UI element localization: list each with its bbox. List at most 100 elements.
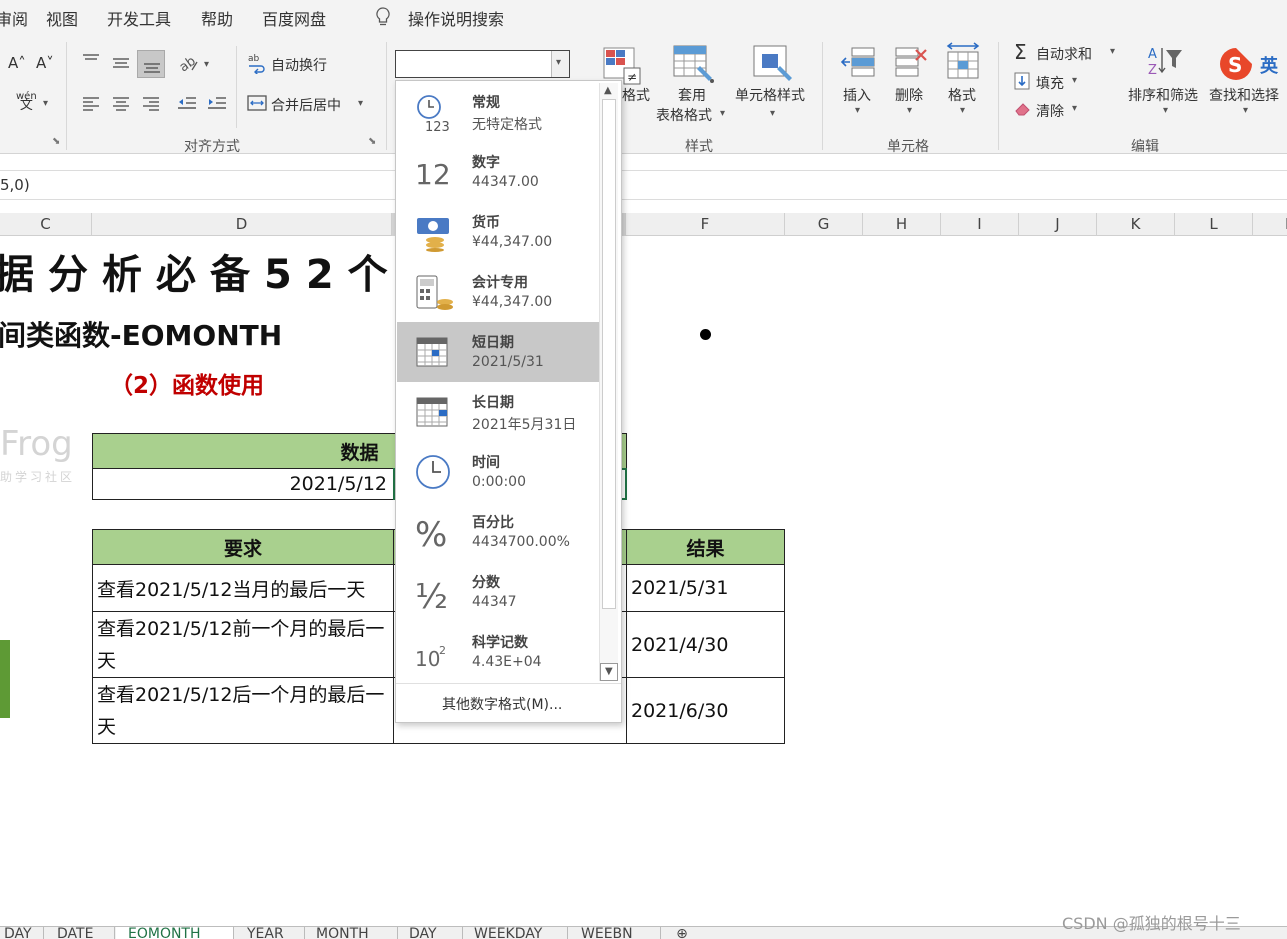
lightbulb-icon <box>376 7 390 26</box>
cell-styles-button[interactable]: 单元格样式 <box>735 85 805 105</box>
delete-button[interactable]: 删除 <box>895 85 923 105</box>
column-header-i[interactable]: I <box>941 213 1019 236</box>
format-option-fraction[interactable]: ½ 分数 44347 <box>397 562 599 622</box>
chevron-down-icon[interactable]: ▾ <box>1072 103 1077 114</box>
table-row-result[interactable]: 2021/4/30 <box>626 611 785 678</box>
number-format-combo[interactable]: ▾ <box>395 50 570 78</box>
table-row-req[interactable]: 查看2021/5/12前一个月的最后一天 <box>92 611 394 678</box>
format-example: 4434700.00% <box>472 534 570 550</box>
sheet-tab-weekday[interactable]: WEEKDAY <box>464 927 568 939</box>
align-left-icon[interactable] <box>80 94 102 112</box>
formula-bar[interactable]: 5,0) <box>0 170 1287 200</box>
menu-review[interactable]: 审阅 <box>0 6 28 30</box>
decrease-indent-icon[interactable] <box>176 94 198 112</box>
format-option-short-date[interactable]: 短日期 2021/5/31 <box>397 322 599 382</box>
scrollbar-thumb[interactable] <box>602 99 616 609</box>
sheet-tab-eomonth[interactable]: EOMONTH <box>116 927 234 939</box>
requirement-header-cell[interactable]: 要求 <box>92 529 394 565</box>
font-shrink-icon[interactable]: A˅ <box>36 54 54 72</box>
scroll-down-button[interactable]: ▼ <box>600 663 618 681</box>
format-option-long-date[interactable]: 长日期 2021年5月31日 <box>397 382 599 442</box>
clock-icon <box>416 455 450 489</box>
format-option-percent[interactable]: % 百分比 4434700.00% <box>397 502 599 562</box>
sheet-tab-weebn[interactable]: WEEBN <box>569 927 661 939</box>
chevron-down-icon[interactable]: ▾ <box>1163 105 1168 116</box>
more-number-formats[interactable]: 其他数字格式(M)... <box>442 694 562 714</box>
format-option-scientific[interactable]: 10 2 科学记数 4.43E+04 <box>397 622 599 682</box>
column-header-f[interactable]: F <box>626 213 785 236</box>
chevron-down-icon[interactable]: ▾ <box>43 98 48 109</box>
chevron-down-icon[interactable]: ▾ <box>1110 46 1115 57</box>
menu-baidu-netdisk[interactable]: 百度网盘 <box>262 6 326 30</box>
sheet-tab-month[interactable]: MONTH <box>306 927 398 939</box>
chevron-down-icon[interactable]: ▾ <box>907 105 912 116</box>
chevron-down-icon[interactable]: ▾ <box>855 105 860 116</box>
format-button[interactable]: 格式 <box>948 85 976 105</box>
align-bottom-button[interactable] <box>137 50 165 78</box>
result-header-cell[interactable]: 结果 <box>626 529 785 565</box>
format-name: 数字 <box>472 155 500 171</box>
autosum-button[interactable]: 自动求和 <box>1036 44 1092 64</box>
chevron-down-icon[interactable]: ▾ <box>770 108 775 119</box>
table-row-req[interactable]: 查看2021/5/12后一个月的最后一天 <box>92 677 394 744</box>
phonetic-guide-icon[interactable]: wén 文 <box>16 92 37 113</box>
sheet-tab-day2[interactable]: DAY <box>399 927 463 939</box>
clear-button[interactable]: 清除 <box>1036 101 1064 121</box>
table-row-result[interactable]: 2021/5/31 <box>626 564 785 612</box>
format-as-table-line2[interactable]: 表格格式 <box>656 105 712 125</box>
wrap-text-button[interactable]: 自动换行 <box>271 55 327 75</box>
align-top-icon[interactable] <box>80 52 102 70</box>
increase-indent-icon[interactable] <box>206 94 228 112</box>
sort-filter-button[interactable]: 排序和筛选 <box>1128 85 1198 105</box>
table-row-result[interactable]: 2021/6/30 <box>626 677 785 744</box>
align-center-icon[interactable] <box>110 94 132 112</box>
number-format-dropdown-button[interactable]: ▾ <box>551 51 569 77</box>
tell-me-search[interactable]: 操作说明搜索 <box>408 6 504 30</box>
align-middle-icon[interactable] <box>110 54 132 72</box>
result-text: 2021/4/30 <box>631 633 729 656</box>
column-header-k[interactable]: K <box>1097 213 1175 236</box>
format-option-accounting[interactable]: 会计专用 ¥44,347.00 <box>397 262 599 322</box>
column-header-d[interactable]: D <box>92 213 392 236</box>
worksheet-grid[interactable]: 据分析必备52个函 间类函数-EOMONTH （2）函数使用 Frog 助学习社… <box>0 236 1287 926</box>
chevron-down-icon[interactable]: ▾ <box>960 105 965 116</box>
sheet-tab-date[interactable]: DATE <box>45 927 115 939</box>
column-header-g[interactable]: G <box>785 213 863 236</box>
chevron-down-icon[interactable]: ▾ <box>204 59 209 70</box>
menu-view[interactable]: 视图 <box>46 6 78 30</box>
dialog-launcher-icon[interactable]: ⬊ <box>368 136 376 147</box>
find-select-button[interactable]: 查找和选择 <box>1209 85 1279 105</box>
fill-button[interactable]: 填充 <box>1036 73 1064 93</box>
format-option-number[interactable]: 12 数字 44347.00 <box>397 142 599 202</box>
merge-center-button[interactable]: 合并后居中 <box>271 95 341 115</box>
dropdown-scrollbar[interactable]: ▲ ▼ <box>599 83 618 681</box>
chevron-down-icon[interactable]: ▾ <box>1072 75 1077 86</box>
column-header-m[interactable]: M <box>1253 213 1287 236</box>
format-option-currency[interactable]: 货币 ¥44,347.00 <box>397 202 599 262</box>
column-header-c[interactable]: C <box>0 213 92 236</box>
align-right-icon[interactable] <box>140 94 162 112</box>
font-grow-icon[interactable]: A˄ <box>8 54 26 72</box>
format-as-table-line1[interactable]: 套用 <box>678 85 706 105</box>
column-header-h[interactable]: H <box>863 213 941 236</box>
table-row-req[interactable]: 查看2021/5/12当月的最后一天 <box>92 564 394 612</box>
format-option-time[interactable]: 时间 0:00:00 <box>397 442 599 502</box>
dialog-launcher-icon[interactable]: ⬊ <box>52 136 60 147</box>
chevron-down-icon[interactable]: ▾ <box>358 98 363 109</box>
column-header-l[interactable]: L <box>1175 213 1253 236</box>
more-tabs-icon[interactable]: ⊕ <box>672 927 692 939</box>
sheet-tab-year[interactable]: YEAR <box>235 927 305 939</box>
chevron-down-icon[interactable]: ▾ <box>1243 105 1248 116</box>
format-option-general[interactable]: 123 常规 无特定格式 <box>397 82 599 142</box>
sheet-tab-day[interactable]: DAY <box>0 927 44 939</box>
data-value-cell[interactable]: 2021/5/12 <box>92 468 394 500</box>
conditional-format-button[interactable]: 格式 <box>622 85 650 105</box>
insert-button[interactable]: 插入 <box>843 85 871 105</box>
orientation-icon[interactable]: ab <box>178 54 200 74</box>
menu-help[interactable]: 帮助 <box>201 6 233 30</box>
column-header-j[interactable]: J <box>1019 213 1097 236</box>
menu-developer[interactable]: 开发工具 <box>107 6 171 30</box>
scroll-up-icon[interactable]: ▲ <box>604 85 612 96</box>
ime-badge[interactable]: S 英 <box>1218 46 1287 82</box>
chevron-down-icon[interactable]: ▾ <box>720 108 725 119</box>
